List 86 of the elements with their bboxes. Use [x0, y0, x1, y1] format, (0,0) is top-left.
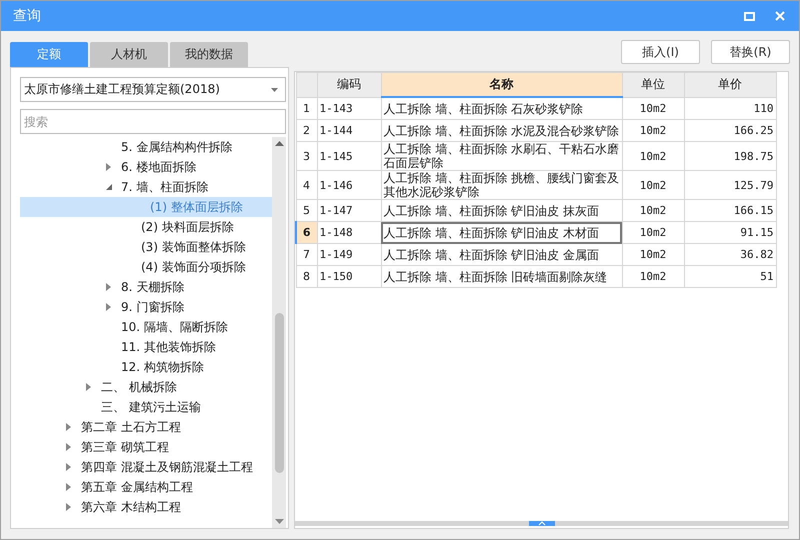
row-number[interactable]: 2: [296, 120, 317, 142]
table-cell: 166.25: [684, 120, 776, 142]
table-cell: 10m2: [622, 142, 684, 170]
table-cell: 人工拆除 墙、柱面拆除 铲旧油皮 抹灰面: [381, 200, 622, 222]
tree-item[interactable]: 9. 门窗拆除: [11, 297, 272, 317]
table-cell: 10m2: [622, 266, 684, 288]
collapsed-arrow-icon[interactable]: [66, 503, 71, 511]
table-cell: 10m2: [622, 120, 684, 142]
tree-item[interactable]: (2) 块料面层拆除: [11, 217, 272, 237]
row-number[interactable]: 6: [296, 222, 317, 244]
table-cell: 1-149: [317, 244, 381, 266]
tab[interactable]: 我的数据: [170, 42, 248, 67]
collapsed-arrow-icon[interactable]: [66, 463, 71, 471]
tree-item[interactable]: 三、 建筑污土运输: [11, 397, 272, 417]
table-cell: 人工拆除 墙、柱面拆除 铲旧油皮 木材面: [381, 222, 622, 244]
tree-item[interactable]: (3) 装饰面整体拆除: [11, 237, 272, 257]
table-cell: 10m2: [622, 222, 684, 244]
tab[interactable]: 人材机: [90, 42, 168, 67]
action-button[interactable]: 替换(R): [711, 40, 790, 64]
scroll-up-icon[interactable]: [274, 141, 284, 146]
tree-item[interactable]: 10. 隔墙、隔断拆除: [11, 317, 272, 337]
maximize-icon[interactable]: [744, 12, 755, 20]
row-number[interactable]: 8: [296, 266, 317, 288]
row-number[interactable]: 4: [296, 170, 317, 200]
table-cell: 51: [684, 266, 776, 288]
expanded-arrow-icon[interactable]: [106, 184, 112, 190]
collapsed-arrow-icon[interactable]: [66, 423, 71, 431]
column-header[interactable]: 编码: [317, 72, 381, 97]
table-cell: 10m2: [622, 244, 684, 266]
table-cell: 110: [684, 97, 776, 120]
tree-item[interactable]: 第五章 金属结构工程: [11, 477, 272, 497]
action-button[interactable]: 插入(I): [621, 40, 700, 64]
collapsed-arrow-icon[interactable]: [106, 163, 111, 171]
tree-item[interactable]: 12. 构筑物拆除: [11, 357, 272, 377]
column-header[interactable]: 单价: [684, 72, 776, 97]
table-cell: 人工拆除 墙、柱面拆除 挑檐、腰线门窗套及其他水泥砂浆铲除: [381, 170, 622, 200]
window-title: 查询: [13, 7, 42, 25]
table-cell: 125.79: [684, 170, 776, 200]
collapsed-arrow-icon[interactable]: [106, 303, 111, 311]
tree-item[interactable]: 6. 楼地面拆除: [11, 157, 272, 177]
table-cell: 166.15: [684, 200, 776, 222]
tree-item[interactable]: 第四章 混凝土及钢筋混凝土工程: [11, 457, 272, 477]
table-cell: 人工拆除 墙、柱面拆除 石灰砂浆铲除: [381, 97, 622, 120]
collapsed-arrow-icon[interactable]: [66, 483, 71, 491]
scroll-grip-icon[interactable]: [528, 521, 554, 526]
row-number[interactable]: 7: [296, 244, 317, 266]
close-icon[interactable]: [775, 11, 785, 21]
collapsed-arrow-icon[interactable]: [66, 443, 71, 451]
column-header[interactable]: 名称: [381, 72, 622, 97]
table-cell: 91.15: [684, 222, 776, 244]
table-cell: 10m2: [622, 97, 684, 120]
table-cell: 人工拆除 墙、柱面拆除 水泥及混合砂浆铲除: [381, 120, 622, 142]
tree-item[interactable]: 8. 天棚拆除: [11, 277, 272, 297]
table-cell: 1-150: [317, 266, 381, 288]
tree-item[interactable]: 11. 其他装饰拆除: [11, 337, 272, 357]
table-cell: 1-144: [317, 120, 381, 142]
table-cell: 10m2: [622, 200, 684, 222]
tree-item[interactable]: 第二章 土石方工程: [11, 417, 272, 437]
table-cell: 1-147: [317, 200, 381, 222]
search-field[interactable]: 搜索: [20, 109, 286, 134]
horizontal-scrollbar[interactable]: [295, 521, 788, 526]
library-dropdown[interactable]: 太原市修缮土建工程预算定额(2018): [20, 77, 286, 102]
tree-item[interactable]: 第六章 木结构工程: [11, 497, 272, 517]
table-cell: 36.82: [684, 244, 776, 266]
scroll-down-icon[interactable]: [274, 519, 284, 524]
table-cell: 10m2: [622, 170, 684, 200]
table-cell: 198.75: [684, 142, 776, 170]
table-cell: 人工拆除 墙、柱面拆除 水刷石、干粘石水磨石面层铲除: [381, 142, 622, 170]
table-cell: 人工拆除 墙、柱面拆除 旧砖墙面剔除灰缝: [381, 266, 622, 288]
row-number[interactable]: 3: [296, 142, 317, 170]
row-number[interactable]: 1: [296, 97, 317, 120]
vertical-scrollbar[interactable]: [272, 137, 286, 528]
tree-item[interactable]: 二、 机械拆除: [11, 377, 272, 397]
collapsed-arrow-icon[interactable]: [86, 383, 91, 391]
column-header[interactable]: 单位: [622, 72, 684, 97]
scrollbar-thumb[interactable]: [274, 312, 284, 472]
tree-item[interactable]: (4) 装饰面分项拆除: [11, 257, 272, 277]
tree-item[interactable]: 7. 墙、柱面拆除: [11, 177, 272, 197]
dropdown-caret-icon: [271, 88, 278, 92]
tree-item[interactable]: 5. 金属结构构件拆除: [11, 137, 272, 157]
table-cell: 人工拆除 墙、柱面拆除 铲旧油皮 金属面: [381, 244, 622, 266]
tree-item[interactable]: 第三章 砌筑工程: [11, 437, 272, 457]
table-cell: 1-143: [317, 97, 381, 120]
collapsed-arrow-icon[interactable]: [106, 283, 111, 291]
table-cell: 1-146: [317, 170, 381, 200]
table-cell: 1-145: [317, 142, 381, 170]
